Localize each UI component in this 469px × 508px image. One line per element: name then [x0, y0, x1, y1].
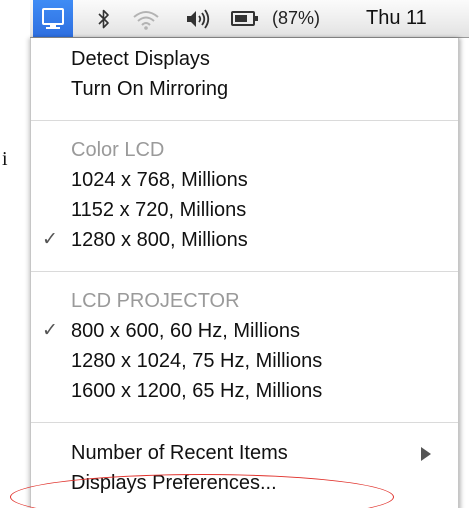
- volume-menu-extra[interactable]: [180, 0, 220, 37]
- menu-item-resolution-1152x720[interactable]: 1152 x 720, Millions: [31, 195, 458, 225]
- checkmark-icon: ✓: [42, 320, 58, 341]
- section-header-lcd-projector: LCD PROJECTOR: [71, 290, 240, 312]
- checkmark-icon: ✓: [42, 229, 58, 250]
- menu-bar: (87%) Thu 11: [30, 0, 469, 38]
- menu-separator: [31, 120, 458, 121]
- displays-menu: Detect Displays Turn On Mirroring Color …: [30, 38, 459, 508]
- bluetooth-icon: [98, 9, 109, 28]
- menubar-clock[interactable]: Thu 11: [366, 0, 469, 37]
- bluetooth-menu-extra[interactable]: [92, 0, 116, 37]
- stray-text: i: [2, 148, 8, 170]
- triangle-right-icon: [421, 447, 431, 461]
- menu-item-detect-displays[interactable]: Detect Displays: [31, 44, 458, 74]
- menu-item-resolution-1024x768[interactable]: 1024 x 768, Millions: [31, 165, 458, 195]
- battery-menu-extra[interactable]: [228, 0, 258, 37]
- wifi-menu-extra[interactable]: [128, 0, 164, 37]
- menu-item-resolution-1600x1200[interactable]: 1600 x 1200, 65 Hz, Millions: [31, 376, 458, 406]
- menu-item-resolution-1280x800[interactable]: ✓ 1280 x 800, Millions: [31, 225, 458, 255]
- menu-separator: [31, 422, 458, 423]
- menu-item-turn-on-mirroring[interactable]: Turn On Mirroring: [31, 74, 458, 104]
- battery-icon: [231, 11, 258, 26]
- menu-separator: [31, 271, 458, 272]
- menu-item-resolution-800x600[interactable]: ✓ 800 x 600, 60 Hz, Millions: [31, 316, 458, 346]
- displays-menu-extra[interactable]: [33, 0, 73, 37]
- menu-item-resolution-1280x1024[interactable]: 1280 x 1024, 75 Hz, Millions: [31, 346, 458, 376]
- section-header-color-lcd: Color LCD: [71, 139, 165, 161]
- wifi-icon: [133, 10, 159, 30]
- monitor-icon: [42, 7, 64, 30]
- screenshot: i (87%) Thu 11 Detect Displays Turn On M…: [0, 0, 469, 508]
- menu-item-number-of-recent-items[interactable]: Number of Recent Items: [31, 438, 458, 468]
- volume-icon: [187, 8, 210, 29]
- battery-percent: (87%): [271, 8, 320, 28]
